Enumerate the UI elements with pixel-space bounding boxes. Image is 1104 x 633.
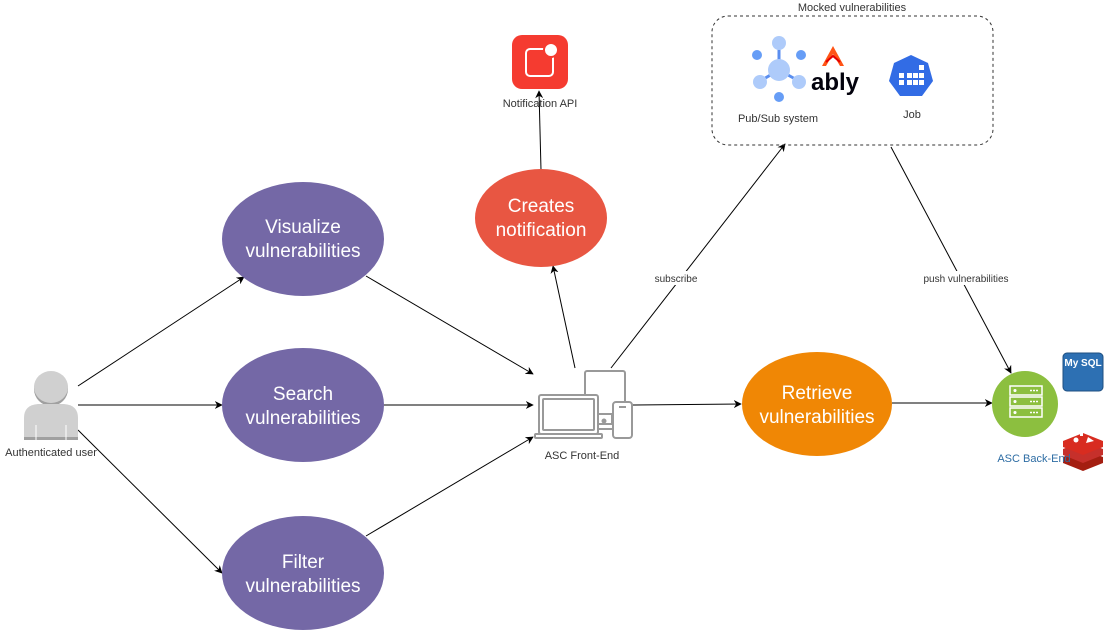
notification-api: Notification API — [503, 35, 578, 110]
user-icon — [24, 371, 78, 440]
ably-logo-icon: ably — [811, 46, 860, 96]
notification-api-label: Notification API — [503, 98, 578, 110]
ably-brand-text: ably — [811, 69, 860, 96]
use-case-creates-notification[interactable]: Creates notification — [475, 169, 607, 267]
architecture-diagram: subscribe push vulnerabilities Mocked vu… — [5, 2, 1104, 630]
edges — [77, 90, 1012, 574]
pubsub-label: Pub/Sub system — [738, 113, 818, 125]
use-case-line1: Visualize — [265, 217, 341, 238]
edge-job-backend — [890, 146, 1012, 374]
user-label: Authenticated user — [5, 447, 97, 459]
use-case-line2: vulnerabilities — [245, 241, 360, 262]
edge-user-filter — [77, 429, 223, 574]
frontend-label: ASC Front-End — [545, 450, 620, 462]
edge-user-visualize — [77, 276, 245, 387]
group-title: Mocked vulnerabilities — [798, 2, 907, 14]
redis-icon — [1063, 433, 1103, 471]
authenticated-user[interactable]: Authenticated user — [5, 371, 97, 459]
edge-visualize-frontend — [365, 275, 534, 375]
use-case-line2: vulnerabilities — [245, 576, 360, 597]
devices-icon — [534, 370, 633, 439]
mysql-label: My SQL — [1064, 358, 1101, 369]
use-case-filter[interactable]: Filter vulnerabilities — [222, 516, 384, 630]
use-case-line2: vulnerabilities — [759, 407, 874, 428]
mysql-icon: My SQL — [1062, 352, 1104, 392]
use-case-line1: Search — [273, 384, 333, 405]
notification-icon — [512, 35, 568, 89]
job-icon — [889, 55, 933, 96]
edge-frontend-pubsub — [610, 143, 786, 369]
edge-label-subscribe: subscribe — [655, 274, 698, 285]
job-label: Job — [903, 109, 921, 121]
backend-label: ASC Back-End — [997, 453, 1070, 465]
use-case-line1: Retrieve — [782, 383, 853, 404]
use-case-search[interactable]: Search vulnerabilities — [222, 348, 384, 462]
asc-frontend[interactable]: ASC Front-End — [534, 370, 633, 462]
edge-frontend-creates — [550, 265, 576, 369]
use-case-line1: Filter — [282, 552, 325, 573]
edge-filter-frontend — [365, 436, 534, 537]
edge-frontend-retrieve — [631, 400, 742, 409]
use-case-line2: vulnerabilities — [245, 408, 360, 429]
edge-label-push: push vulnerabilities — [923, 274, 1008, 285]
pubsub-icon — [752, 36, 806, 102]
use-case-visualize[interactable]: Visualize vulnerabilities — [222, 182, 384, 296]
backend-circle — [992, 371, 1058, 437]
mocked-vulnerabilities-group: Mocked vulnerabilities ably Pub/Sub syst… — [711, 2, 994, 146]
asc-backend[interactable]: My SQL ASC Back-End — [992, 352, 1104, 471]
use-case-retrieve[interactable]: Retrieve vulnerabilities — [742, 352, 892, 456]
use-case-line1: Creates — [508, 196, 575, 217]
use-case-line2: notification — [496, 220, 587, 241]
